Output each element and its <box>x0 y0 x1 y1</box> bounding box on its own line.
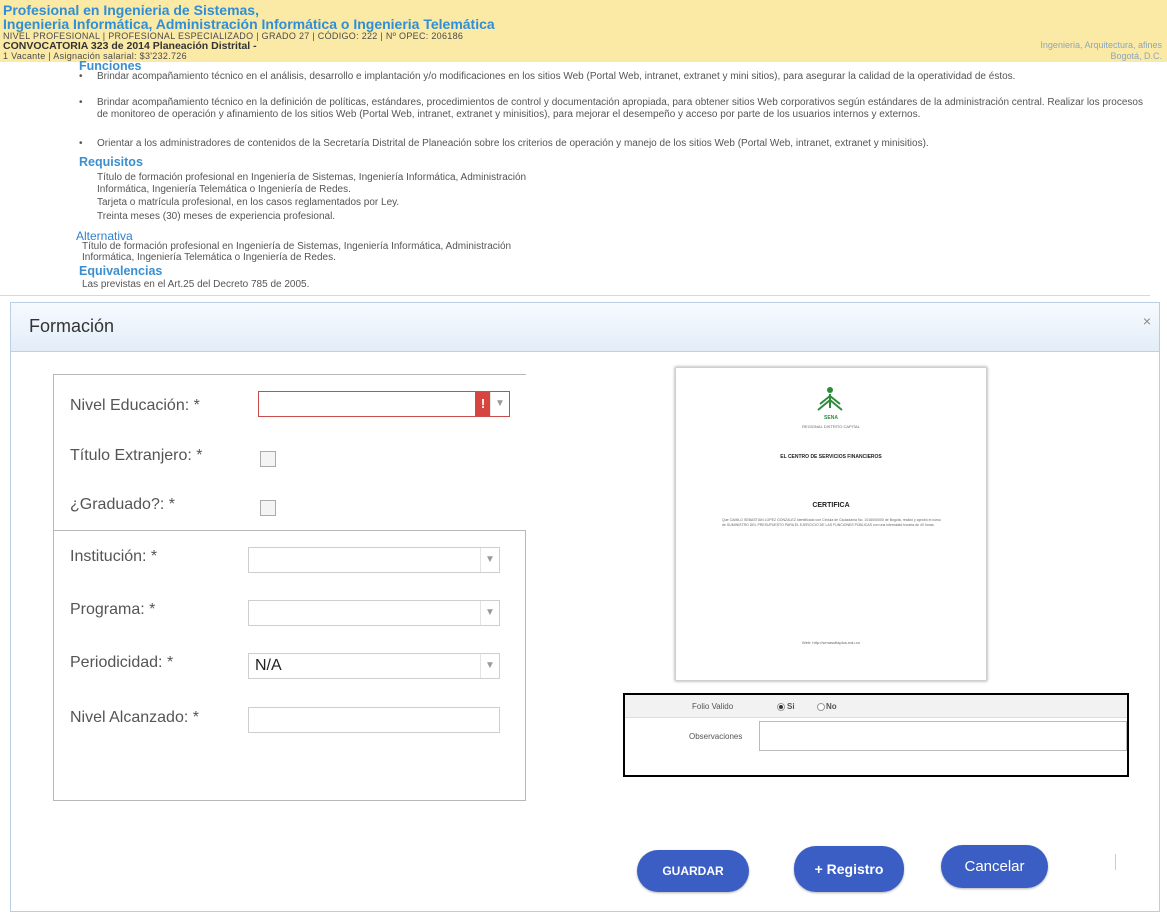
job-title-line2[interactable]: Ingenieria Informática, Administración I… <box>3 16 495 32</box>
folio-row: Folio Valido Si No <box>625 695 1127 718</box>
job-header: Profesional en Ingenieria de Sistemas, I… <box>0 0 1167 62</box>
funcion-item: Brindar acompañamiento técnico en el aná… <box>97 71 1016 82</box>
requisito-line: Título de formación profesional en Ingen… <box>97 172 527 183</box>
periodicidad-value: N/A <box>255 657 282 674</box>
job-details: Funciones • Brindar acompañamiento técni… <box>0 59 1167 294</box>
certificate-preview[interactable]: SENA REGIONAL DISTRITO CAPITAL EL CENTRO… <box>675 367 987 681</box>
folio-si-radio[interactable] <box>777 703 785 711</box>
titulo-extranjero-checkbox[interactable] <box>260 451 276 467</box>
job-area: Ingenieria, Arquitectura, afines <box>1040 40 1162 50</box>
divider <box>1115 854 1116 870</box>
bullet-icon: • <box>79 97 83 108</box>
requisitos-title: Requisitos <box>79 155 143 169</box>
guardar-button[interactable]: GUARDAR <box>637 850 749 892</box>
alternativa-line: Título de formación profesional en Ingen… <box>82 241 512 252</box>
form-divider <box>54 530 526 531</box>
funcion-item: Brindar acompañamiento técnico en la def… <box>97 97 1143 120</box>
titulo-extranjero-label: Título Extranjero: * <box>70 447 203 464</box>
form-border <box>525 530 526 800</box>
modal-header: Formación × <box>11 303 1159 352</box>
observaciones-input[interactable] <box>759 721 1127 751</box>
cert-footer: Web: http://senasofiaplus.edu.co <box>802 640 860 645</box>
close-icon[interactable]: × <box>1143 313 1151 329</box>
requisito-line: Informática, Ingeniería Telemática o Ing… <box>97 184 351 195</box>
equivalencias-text: Las previstas en el Art.25 del Decreto 7… <box>82 279 310 290</box>
chevron-down-icon[interactable]: ▼ <box>480 654 499 678</box>
folio-no-label: No <box>826 702 837 711</box>
nivel-educacion-label: Nivel Educación: * <box>70 397 200 414</box>
programa-label: Programa: * <box>70 601 156 618</box>
divider <box>0 295 1150 296</box>
graduado-checkbox[interactable] <box>260 500 276 516</box>
cert-center: EL CENTRO DE SERVICIOS FINANCIEROS <box>780 454 882 460</box>
folio-panel: Folio Valido Si No Observaciones <box>623 693 1129 777</box>
alternativa-line: Informática, Ingeniería Telemática o Ing… <box>82 252 336 263</box>
bullet-icon: • <box>79 138 83 149</box>
error-icon: ! <box>475 392 491 416</box>
cert-heading: CERTIFICA <box>812 502 850 509</box>
formacion-modal: Formación × Nivel Educación: * ! ▼ Títul… <box>10 302 1160 912</box>
nivel-educacion-select[interactable]: ! ▼ <box>258 391 510 417</box>
nivel-alcanzado-label: Nivel Alcanzado: * <box>70 709 199 726</box>
folio-label: Folio Valido <box>692 702 734 711</box>
periodicidad-select[interactable]: N/A ▼ <box>248 653 500 679</box>
formacion-form: Nivel Educación: * ! ▼ Título Extranjero… <box>53 374 526 801</box>
requisito-line: Treinta meses (30) meses de experiencia … <box>97 211 336 222</box>
folio-no-radio[interactable] <box>817 703 825 711</box>
nivel-alcanzado-input[interactable] <box>248 707 500 733</box>
equivalencias-title: Equivalencias <box>79 264 163 278</box>
programa-select[interactable]: ▼ <box>248 600 500 626</box>
cancelar-button[interactable]: Cancelar <box>941 845 1048 888</box>
observaciones-label: Observaciones <box>689 732 743 741</box>
modal-title: Formación <box>29 316 115 336</box>
institucion-label: Institución: * <box>70 548 158 565</box>
chevron-down-icon[interactable]: ▼ <box>490 392 509 416</box>
cert-body: Que CAMILO SEBASTIAN LOPEZ GONZALEZ iden… <box>722 518 941 527</box>
sena-logo-icon <box>817 387 843 411</box>
institucion-select[interactable]: ▼ <box>248 547 500 573</box>
cert-org: SENA <box>824 415 838 421</box>
cert-region: REGIONAL DISTRITO CAPITAL <box>802 424 860 429</box>
chevron-down-icon[interactable]: ▼ <box>480 548 499 572</box>
funcion-item: Orientar a los administradores de conten… <box>97 138 929 149</box>
periodicidad-label: Periodicidad: * <box>70 654 174 671</box>
folio-si-label: Si <box>787 702 795 711</box>
add-registro-button[interactable]: + Registro <box>794 846 904 892</box>
graduado-label: ¿Graduado?: * <box>70 496 175 513</box>
requisito-line: Tarjeta o matrícula profesional, en los … <box>97 197 400 208</box>
chevron-down-icon[interactable]: ▼ <box>480 601 499 625</box>
bullet-icon: • <box>79 71 83 82</box>
job-location: Bogotá, D.C. <box>1110 51 1162 61</box>
